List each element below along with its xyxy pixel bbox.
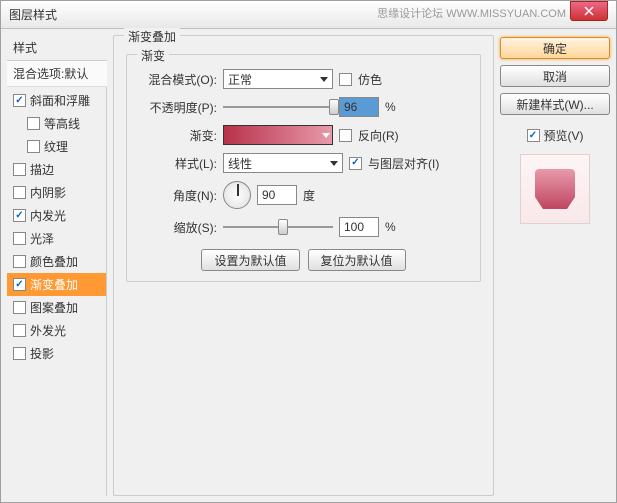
- styles-panel: 样式 混合选项:默认 斜面和浮雕等高线纹理描边内阴影内发光光泽颜色叠加渐变叠加图…: [7, 35, 107, 496]
- style-item-label: 内阴影: [30, 184, 66, 201]
- gradient-swatch[interactable]: [223, 125, 333, 145]
- preview-label: 预览(V): [544, 127, 584, 144]
- style-item-0[interactable]: 斜面和浮雕: [7, 89, 106, 112]
- align-checkbox[interactable]: [349, 157, 362, 170]
- style-item-label: 颜色叠加: [30, 253, 78, 270]
- style-item-label: 渐变叠加: [30, 276, 78, 293]
- style-checkbox[interactable]: [13, 209, 26, 222]
- group-title: 渐变叠加: [124, 28, 180, 45]
- style-list: 斜面和浮雕等高线纹理描边内阴影内发光光泽颜色叠加渐变叠加图案叠加外发光投影: [7, 87, 107, 496]
- layer-style-dialog: 图层样式 思缘设计论坛 WWW.MISSYUAN.COM 样式 混合选项:默认 …: [0, 0, 617, 503]
- style-item-11[interactable]: 投影: [7, 342, 106, 365]
- titlebar[interactable]: 图层样式 思缘设计论坛 WWW.MISSYUAN.COM: [1, 1, 616, 29]
- slider-thumb[interactable]: [278, 219, 288, 235]
- style-item-label: 投影: [30, 345, 54, 362]
- style-item-label: 图案叠加: [30, 299, 78, 316]
- action-panel: 确定 取消 新建样式(W)... 预览(V): [500, 35, 610, 496]
- style-checkbox[interactable]: [13, 301, 26, 314]
- style-checkbox[interactable]: [13, 278, 26, 291]
- reverse-label: 反向(R): [358, 127, 399, 144]
- dialog-body: 样式 混合选项:默认 斜面和浮雕等高线纹理描边内阴影内发光光泽颜色叠加渐变叠加图…: [1, 29, 616, 502]
- chevron-down-icon: [330, 161, 338, 166]
- preview-checkbox[interactable]: [527, 129, 540, 142]
- styles-header[interactable]: 样式: [7, 35, 107, 61]
- style-item-4[interactable]: 内阴影: [7, 181, 106, 204]
- reverse-checkbox[interactable]: [339, 129, 352, 142]
- preview-shape: [535, 169, 575, 209]
- style-checkbox[interactable]: [13, 186, 26, 199]
- gradient-overlay-panel: 渐变叠加 渐变 混合模式(O): 正常 仿色 不透明度(P):: [113, 35, 494, 496]
- style-item-8[interactable]: 渐变叠加: [7, 273, 106, 296]
- style-select[interactable]: 线性: [223, 153, 343, 173]
- gradient-group: 渐变 混合模式(O): 正常 仿色 不透明度(P): 96: [126, 54, 481, 282]
- opacity-label: 不透明度(P):: [137, 99, 217, 116]
- slider-thumb[interactable]: [329, 99, 339, 115]
- style-item-10[interactable]: 外发光: [7, 319, 106, 342]
- style-item-7[interactable]: 颜色叠加: [7, 250, 106, 273]
- watermark: 思缘设计论坛 WWW.MISSYUAN.COM: [377, 5, 566, 21]
- style-label: 样式(L):: [137, 155, 217, 172]
- style-item-1[interactable]: 等高线: [7, 112, 106, 135]
- style-item-5[interactable]: 内发光: [7, 204, 106, 227]
- blend-mode-label: 混合模式(O):: [137, 71, 217, 88]
- style-item-label: 描边: [30, 161, 54, 178]
- opacity-slider[interactable]: [223, 97, 333, 117]
- scale-input[interactable]: 100: [339, 217, 379, 237]
- style-checkbox[interactable]: [13, 163, 26, 176]
- blend-mode-value: 正常: [228, 71, 252, 88]
- style-checkbox[interactable]: [13, 347, 26, 360]
- style-item-3[interactable]: 描边: [7, 158, 106, 181]
- scale-label: 缩放(S):: [137, 219, 217, 236]
- ok-button[interactable]: 确定: [500, 37, 610, 59]
- style-checkbox[interactable]: [13, 324, 26, 337]
- style-item-9[interactable]: 图案叠加: [7, 296, 106, 319]
- style-checkbox[interactable]: [13, 232, 26, 245]
- scale-unit: %: [385, 220, 396, 234]
- scale-slider[interactable]: [223, 217, 333, 237]
- make-default-button[interactable]: 设置为默认值: [201, 249, 299, 271]
- style-checkbox[interactable]: [27, 140, 40, 153]
- preview-thumbnail: [520, 154, 590, 224]
- style-item-label: 纹理: [44, 138, 68, 155]
- angle-input[interactable]: 90: [257, 185, 297, 205]
- gradient-label: 渐变:: [137, 127, 217, 144]
- reset-default-button[interactable]: 复位为默认值: [308, 249, 406, 271]
- opacity-unit: %: [385, 100, 396, 114]
- opacity-input[interactable]: 96: [339, 97, 379, 117]
- style-item-label: 内发光: [30, 207, 66, 224]
- cancel-button[interactable]: 取消: [500, 65, 610, 87]
- angle-dial[interactable]: [223, 181, 251, 209]
- style-checkbox[interactable]: [27, 117, 40, 130]
- style-checkbox[interactable]: [13, 255, 26, 268]
- close-button[interactable]: [570, 1, 608, 21]
- style-item-6[interactable]: 光泽: [7, 227, 106, 250]
- new-style-button[interactable]: 新建样式(W)...: [500, 93, 610, 115]
- style-item-label: 光泽: [30, 230, 54, 247]
- style-item-label: 斜面和浮雕: [30, 92, 90, 109]
- close-icon: [584, 6, 594, 16]
- inner-group-title: 渐变: [137, 47, 169, 64]
- blend-options-item[interactable]: 混合选项:默认: [7, 61, 107, 87]
- style-item-2[interactable]: 纹理: [7, 135, 106, 158]
- style-value: 线性: [228, 155, 252, 172]
- chevron-down-icon: [320, 77, 328, 82]
- angle-unit: 度: [303, 187, 315, 204]
- style-checkbox[interactable]: [13, 94, 26, 107]
- blend-mode-select[interactable]: 正常: [223, 69, 333, 89]
- angle-label: 角度(N):: [137, 187, 217, 204]
- align-label: 与图层对齐(I): [368, 155, 439, 172]
- dither-label: 仿色: [358, 71, 382, 88]
- dither-checkbox[interactable]: [339, 73, 352, 86]
- chevron-down-icon: [322, 133, 330, 138]
- style-item-label: 外发光: [30, 322, 66, 339]
- style-item-label: 等高线: [44, 115, 80, 132]
